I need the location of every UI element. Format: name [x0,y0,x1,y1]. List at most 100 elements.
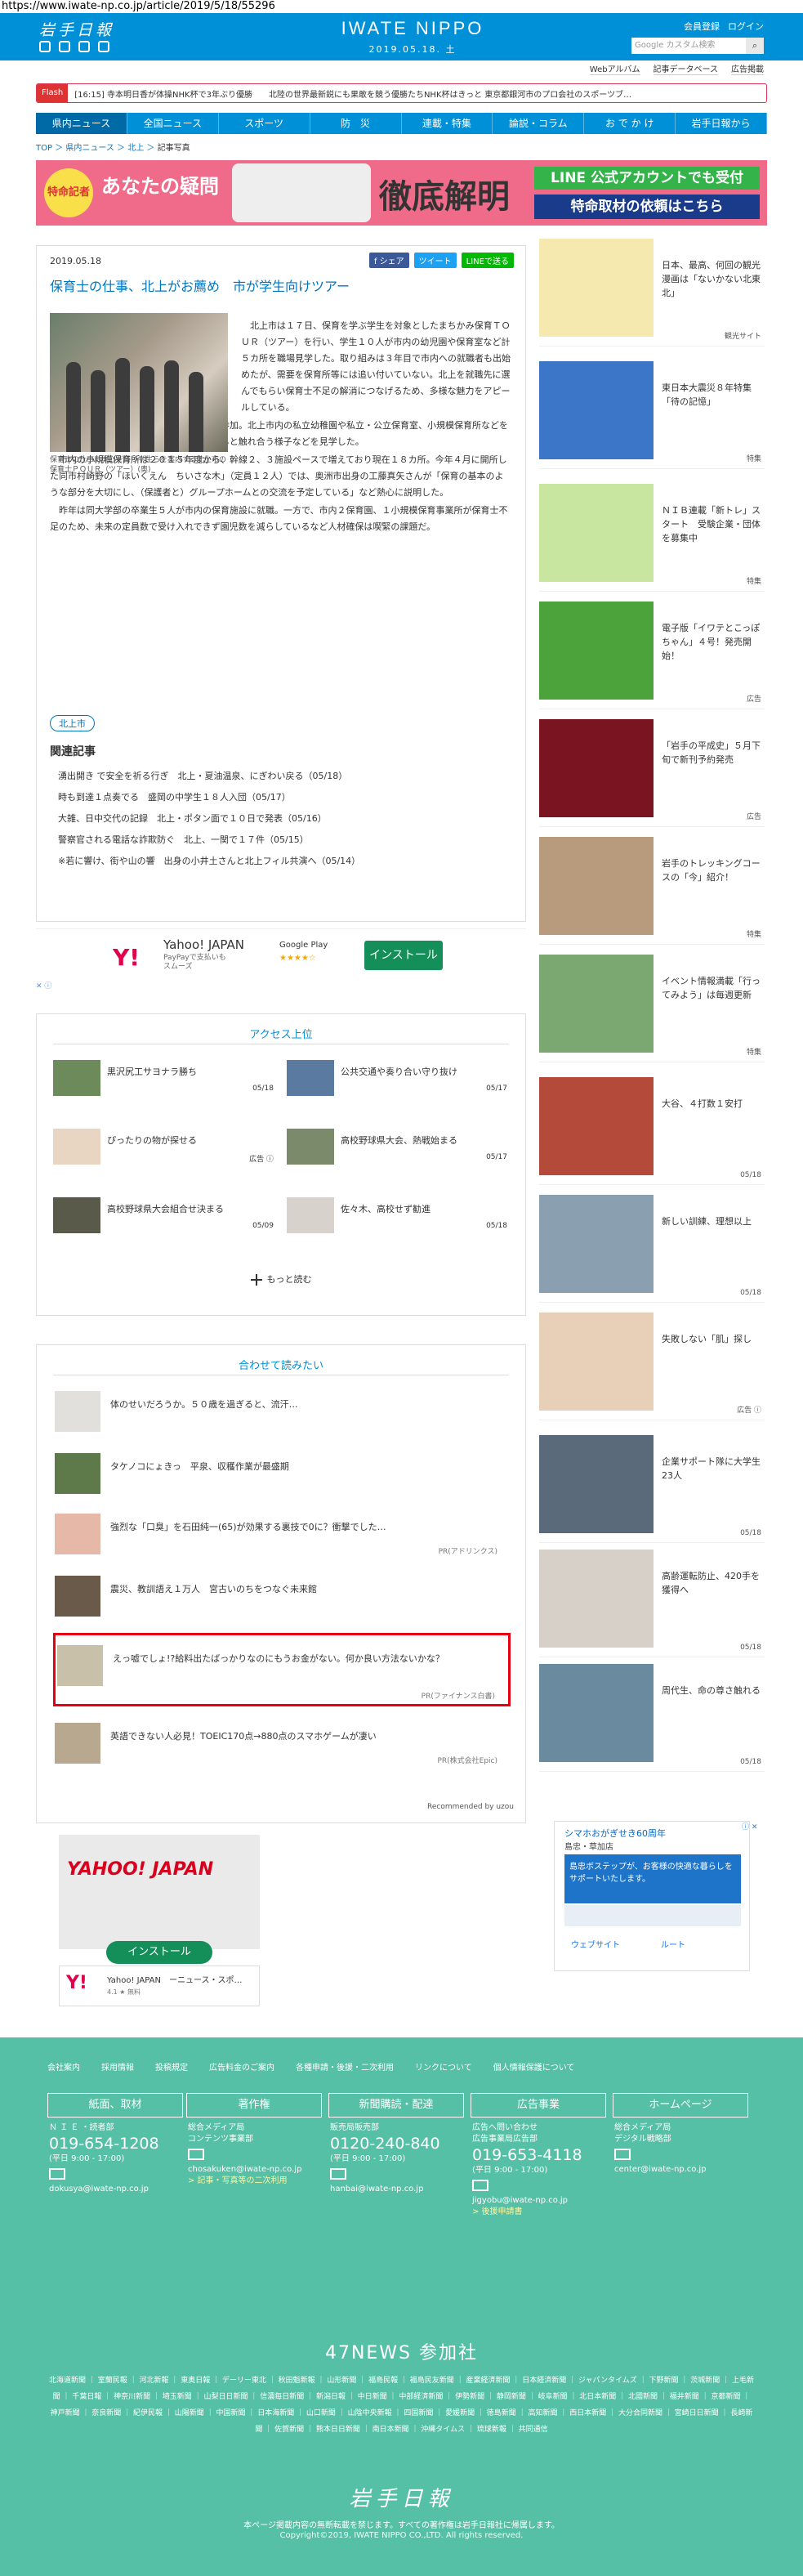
article-photo[interactable] [50,313,228,452]
footer-link[interactable]: 広告料金のご案内 [209,2060,274,2073]
email-address[interactable]: chosakuken@iwate-np.co.jp [188,2164,335,2176]
website-button[interactable]: ウェブサイト [571,1938,620,1950]
footer-link[interactable]: 会社案内 [47,2060,80,2073]
url-bar[interactable]: https://www.iwate-np.co.jp/article/2019/… [0,0,803,13]
mail-icon[interactable] [188,2149,204,2160]
flash-news-bar[interactable]: Flash [16:15] 寺本明日香が体操NHK杯で3年ぶり優勝 北陸の世界最… [36,83,767,103]
nav-from-nippo[interactable]: 岩手日報から [676,113,767,134]
nav-disaster[interactable]: 防 災 [310,113,402,134]
instagram-icon[interactable] [98,41,109,52]
nav-national-news[interactable]: 全国ニュース [127,113,219,134]
install-button[interactable]: インストール [106,1941,212,1964]
footer-link[interactable]: 個人情報保護について [493,2060,575,2073]
breadcrumb-local[interactable]: 県内ニュース [65,144,114,153]
search-icon[interactable]: ⌕ [746,38,764,54]
recommend-item[interactable]: 震災、教訓語え１万人 宮古いのちをつなぐ未来館 [53,1571,511,1621]
ranking-item[interactable]: 黒沢尻工サヨナラ勝ち 05/18 [53,1060,274,1101]
breadcrumb-kitakami[interactable]: 北上 [127,144,144,153]
promo-banner[interactable]: 特命記者 あなたの疑問 徹底解明 LINE 公式アカウントでも受付 特命取材の依… [36,160,767,226]
related-item[interactable]: 時も到達１点奏でる 盛岡の中学生１８人入団（05/17） [58,787,515,808]
mail-icon[interactable] [472,2180,488,2191]
phone-number[interactable]: 0120-240-840 [330,2134,477,2153]
login-link[interactable]: ログイン [728,20,764,33]
sidebar-item[interactable]: 「岩手の平成史」５月下旬で新刊予約発売 広告 [539,719,765,827]
sidebar-item[interactable]: 高齢運転防止、420手を獲得へ 05/18 [539,1550,765,1657]
sidebar-item[interactable]: イベント情報満載「行ってみよう」は毎週更新 特集 [539,955,765,1062]
phone-number[interactable]: 019-653-4118 [472,2145,619,2165]
nav-local-news[interactable]: 県内ニュース [36,113,127,134]
email-address[interactable]: dokusya@iwate-np.co.jp [49,2184,196,2195]
flash-text[interactable]: [16:15] 寺本明日香が体操NHK杯で3年ぶり優勝 北陸の世界最新鋭にも果敢… [74,87,631,100]
more-button[interactable]: もっと読む [37,1272,525,1286]
footer-section-button[interactable]: 紙面、取材 [47,2093,183,2118]
line-share-button[interactable]: LINEで送る [461,253,514,268]
facebook-share-button[interactable]: f シェア [368,253,409,268]
ranking-item[interactable]: 高校野球県大会組合せ決まる 05/09 [53,1197,274,1238]
sidebar-item[interactable]: 大谷、４打数１安打 05/18 [539,1077,765,1185]
recommend-item[interactable]: 英語できない人必見！TOEIC170点→880点のスマホゲームが凄い PR(株式… [53,1718,511,1769]
register-link[interactable]: 会員登録 [684,20,720,33]
footer-extra-link[interactable]: > 記事・写真等の二次利用 [188,2176,335,2187]
sidebar-item[interactable]: 日本、最高、何回の観光漫画は「ないかない北東北」 観光サイト [539,239,765,347]
related-item[interactable]: 警察官される電話な詐欺防ぐ 北上、一関で１７件（05/15） [58,830,515,851]
sidebar-item[interactable]: ＮＩＢ連載「新トレ」スタート 受験企業・団体を募集中 特集 [539,484,765,592]
banner-request-cta[interactable]: 特命取材の依頼はこちら [534,195,760,219]
nav-columns[interactable]: 論説・コラム [493,113,585,134]
tweet-button[interactable]: ツイート [413,253,457,268]
footer-link[interactable]: リンクについて [415,2060,472,2073]
email-address[interactable]: center@iwate-np.co.jp [614,2164,761,2176]
subnav-ads[interactable]: 広告掲載 [731,62,764,75]
related-item[interactable]: ※若に響け、街や山の響 出身の小井土さんと北上フィル共演へ（05/14） [58,851,515,872]
ranking-item[interactable]: ぴったりの物が探せる 広告 ⓘ [53,1129,274,1169]
mail-icon[interactable] [330,2168,346,2180]
footer-section-button[interactable]: 新聞購読・配達 [328,2093,464,2118]
banner-line-cta[interactable]: LINE 公式アカウントでも受付 [534,167,760,190]
twitter-icon[interactable] [39,41,51,52]
footer-link[interactable]: 採用情報 [101,2060,134,2073]
ranking-item[interactable]: 佐々木、高校せず勧進 05/18 [287,1197,507,1238]
email-address[interactable]: hanbai@iwate-np.co.jp [330,2184,477,2195]
recommend-item[interactable]: 体のせいだろうか。５０歳を過ぎると、流汗… [53,1386,511,1437]
recommend-item-highlighted[interactable]: えっ嘘でしょ!?給料出たばっかりなのにもうお金がない。何か良い方法ないかな？ P… [53,1633,511,1706]
footer-extra-link[interactable]: > 後援申請書 [472,2207,619,2218]
recommend-item[interactable]: タケノコにょきっ 平泉、収穫作業が最盛期 [53,1448,511,1499]
footer-section-button[interactable]: ホームページ [613,2093,748,2118]
related-item[interactable]: 大雑、日中交代の記録 北上・ポタン面で１０日で発表（05/16） [58,808,515,830]
sidebar-item[interactable]: 企業サポート隊に大学生23人 05/18 [539,1435,765,1543]
footer-section-button[interactable]: 著作権 [186,2093,322,2118]
ranking-item[interactable]: 高校野球県大会、熱戦始まる 05/17 [287,1129,507,1169]
sidebar-item[interactable]: 失敗しない「肌」探し 広告 ⓘ [539,1313,765,1420]
site-logo[interactable]: 岩手日報 [39,18,114,40]
phone-number[interactable]: 019-654-1208 [49,2134,196,2153]
yahoo-app-ad[interactable]: Y! Yahoo! JAPAN PayPayで支払いもスムーズ Google P… [36,928,526,991]
mail-icon[interactable] [49,2168,65,2180]
subnav-album[interactable]: Webアルバム [589,62,640,75]
subnav-database[interactable]: 記事データベース [653,62,718,75]
nav-outing[interactable]: お で か け [584,113,676,134]
recommend-item[interactable]: 強烈な「口臭」を石田純一(65)が効果する裏技で0に？衝撃でした… PR(アドリ… [53,1509,511,1559]
ad-choices-icon[interactable]: ✕ ⓘ [36,980,51,991]
nav-features[interactable]: 連載・特集 [402,113,493,134]
ad-choices-icon[interactable]: ⓘ ✕ [742,1821,757,1831]
related-item[interactable]: 湧出開き で安全を祈る行ぎ 北上・夏油温泉、にぎわい戻る（05/18） [58,766,515,787]
route-button[interactable]: ルート [661,1938,685,1950]
mail-icon[interactable] [614,2149,631,2160]
sidebar-item[interactable]: 周代生、命の尊さ触れる 05/18 [539,1664,765,1772]
map-ad[interactable]: シマホおがぎせき60周年 島忠・草加店 島忠ボステップが、お客様の快適な暮らしを… [554,1821,750,1971]
footer-link[interactable]: 投稿規定 [155,2060,188,2073]
yahoo-app-ad-2[interactable]: YAHOO! JAPAN インストール Y! Yahoo! JAPAN ーニュー… [59,1835,260,2006]
sidebar-item[interactable]: 新しい訓練、理想以上 05/18 [539,1195,765,1303]
facebook-icon[interactable] [59,41,70,52]
email-address[interactable]: jigyobu@iwate-np.co.jp [472,2195,619,2207]
install-button[interactable]: インストール [364,941,443,970]
footer-link[interactable]: 各種申請・後援・二次利用 [296,2060,394,2073]
breadcrumb-top[interactable]: TOP [36,144,52,153]
keyword-tag[interactable]: 北上市 [50,715,95,731]
ranking-item[interactable]: 公共交通や奏り合い守り抜け 05/17 [287,1060,507,1101]
nav-sports[interactable]: スポーツ [219,113,310,134]
sidebar-item[interactable]: 電子版「イワテとこっぽちゃん」４号！発売開始！ 広告 [539,602,765,709]
sidebar-item[interactable]: 岩手のトレッキングコースの「今」紹介！ 特集 [539,837,765,945]
footer-section-button[interactable]: 広告事業 [471,2093,606,2118]
line-icon[interactable] [78,41,90,52]
sidebar-item[interactable]: 東日本大震災８年特集「待の記憶」 特集 [539,361,765,469]
